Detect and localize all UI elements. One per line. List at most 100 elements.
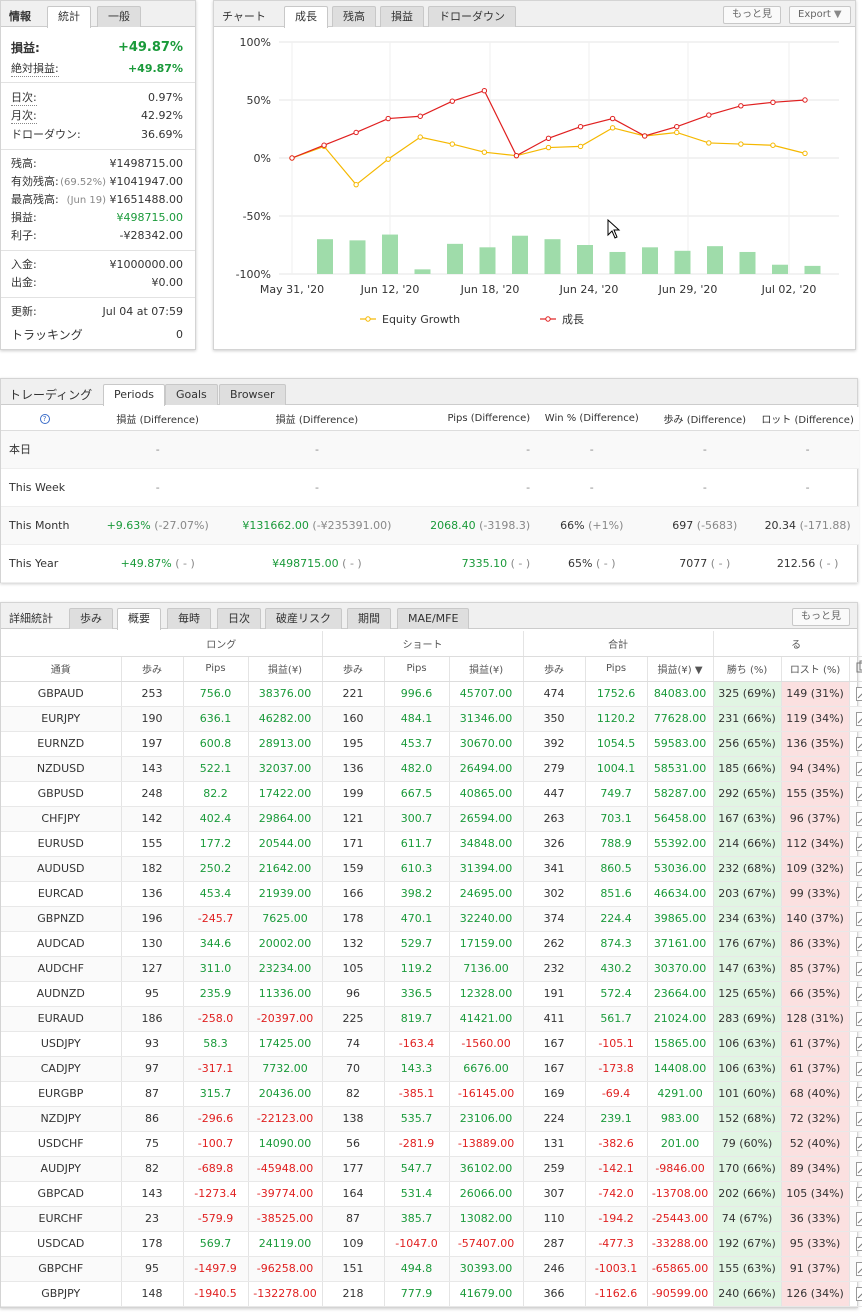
series-point-1 [289, 155, 295, 161]
col-total-profit[interactable]: 損益(¥) ▼ [647, 656, 714, 682]
chart-icon[interactable] [849, 1156, 862, 1182]
stat-cell: 149 (31%) [781, 681, 850, 707]
stat-cell: -25443.00 [647, 1206, 714, 1232]
chart-icon[interactable] [849, 806, 862, 832]
chart-icon[interactable] [849, 1181, 862, 1207]
tab-duration[interactable]: 期間 [347, 608, 391, 629]
stat-cell: 21642.00 [248, 856, 323, 882]
chart-icon[interactable] [849, 981, 862, 1007]
tab-summary[interactable]: 概要 [117, 608, 161, 630]
stat-cell: 195 [322, 731, 385, 757]
series-point-0 [449, 141, 456, 147]
tab-drawdown[interactable]: ドローダウン [428, 6, 516, 27]
chart-icon[interactable] [849, 706, 862, 732]
chart-icon[interactable] [849, 831, 862, 857]
currency-cell: GBPJPY [1, 1281, 122, 1307]
stat-cell: 140 (37%) [781, 906, 850, 932]
period-cell: - [406, 468, 531, 507]
col-short-pips[interactable]: Pips [384, 656, 450, 682]
daily-label[interactable]: 日次: [11, 91, 37, 106]
window-icon[interactable] [849, 656, 862, 682]
col-short-trades[interactable]: 歩み [322, 656, 385, 682]
chart-icon[interactable] [849, 931, 862, 957]
tab-profit[interactable]: 損益 [380, 6, 424, 27]
table-row: GBPCAD 143 -1273.4 -39774.00 164 531.4 26066.0… [1, 1181, 862, 1207]
chart-icon[interactable] [849, 1106, 862, 1132]
tracking-label: トラッキング [11, 328, 83, 342]
chart-icon[interactable] [849, 1256, 862, 1282]
col-short-profit[interactable]: 損益(¥) [449, 656, 524, 682]
chart-icon[interactable] [849, 681, 862, 707]
tab-daily[interactable]: 日次 [217, 608, 261, 629]
chart-title: チャート [222, 10, 266, 23]
stat-cell: 482.0 [384, 756, 450, 782]
tab-growth[interactable]: 成長 [284, 6, 328, 28]
currency-cell: EURUSD [1, 831, 122, 857]
chart-icon[interactable] [849, 756, 862, 782]
period-cell: 212.56 ( - ) [756, 544, 859, 583]
currency-cell: GBPAUD [1, 681, 122, 707]
stats-more-button[interactable]: もっと見 [792, 608, 850, 626]
series-point-1 [770, 99, 776, 106]
chart-icon[interactable] [849, 1281, 862, 1307]
stat-cell: 232 (68%) [713, 856, 782, 882]
tab-browser[interactable]: Browser [219, 384, 286, 405]
col-long-trades[interactable]: 歩み [121, 656, 184, 682]
monthly-label[interactable]: 月次: [11, 109, 37, 124]
chart-icon[interactable] [849, 731, 862, 757]
col-loss[interactable]: ロスト (%) [781, 656, 850, 682]
tab-risk[interactable]: 破産リスク [265, 608, 342, 629]
legend-marker [365, 316, 371, 322]
chart-icon[interactable] [849, 1081, 862, 1107]
series-point-1 [545, 135, 552, 141]
chart-icon[interactable] [849, 1231, 862, 1257]
stat-cell: 201.00 [647, 1131, 714, 1157]
stat-cell: 61 (37%) [781, 1056, 850, 1082]
stat-cell: 30370.00 [647, 956, 714, 982]
tab-mae-mfe[interactable]: MAE/MFE [397, 608, 470, 629]
stat-cell: 143.3 [384, 1056, 450, 1082]
col-total-pips[interactable]: Pips [585, 656, 648, 682]
volume-bar [414, 269, 431, 274]
abs-gain-label[interactable]: 絶対損益: [11, 62, 59, 77]
tab-balance[interactable]: 残高 [332, 6, 376, 27]
col-long-profit[interactable]: 損益(¥) [248, 656, 323, 682]
help-icon[interactable]: ? [39, 413, 50, 424]
chart-icon[interactable] [849, 1056, 862, 1082]
chart-icon[interactable] [849, 906, 862, 932]
export-button[interactable]: Export ▼ [789, 6, 851, 24]
chart-icon[interactable] [849, 1031, 862, 1057]
col-win[interactable]: 勝ち (%) [713, 656, 782, 682]
stat-cell: 91 (37%) [781, 1256, 850, 1282]
currency-cell: CHFJPY [1, 806, 122, 832]
tab-hourly[interactable]: 毎時 [167, 608, 211, 629]
chart-icon[interactable] [849, 1006, 862, 1032]
stat-cell: 17422.00 [248, 781, 323, 807]
chart-icon[interactable] [849, 956, 862, 982]
chart-icon[interactable] [849, 1131, 862, 1157]
chart-icon[interactable] [849, 881, 862, 907]
period-value: 65% [568, 556, 593, 570]
tab-stats[interactable]: 統計 [47, 6, 91, 28]
stat-cell: 86 [121, 1106, 184, 1132]
chart-icon[interactable] [849, 856, 862, 882]
tab-periods[interactable]: Periods [103, 384, 166, 406]
tab-goals[interactable]: Goals [165, 384, 218, 405]
tab-trades[interactable]: 歩み [69, 608, 113, 629]
col-currency[interactable]: 通貨 [1, 656, 122, 682]
period-cell: - [227, 468, 407, 507]
monthly-row: 月次: 42.92% [11, 109, 183, 124]
tab-general[interactable]: 一般 [97, 6, 141, 27]
more-button[interactable]: もっと見 [723, 6, 781, 24]
stat-cell: 31346.00 [449, 706, 524, 732]
x-tick-label: Jun 18, '20 [460, 283, 520, 296]
stat-cell: 13082.00 [449, 1206, 524, 1232]
col-total-trades[interactable]: 歩み [523, 656, 586, 682]
stat-cell: 23 [121, 1206, 184, 1232]
stat-cell: 1004.1 [585, 756, 648, 782]
chart-icon[interactable] [849, 1206, 862, 1232]
stat-cell: -477.3 [585, 1231, 648, 1257]
chart-icon[interactable] [849, 781, 862, 807]
stat-cell: -13889.00 [449, 1131, 524, 1157]
col-long-pips[interactable]: Pips [183, 656, 249, 682]
